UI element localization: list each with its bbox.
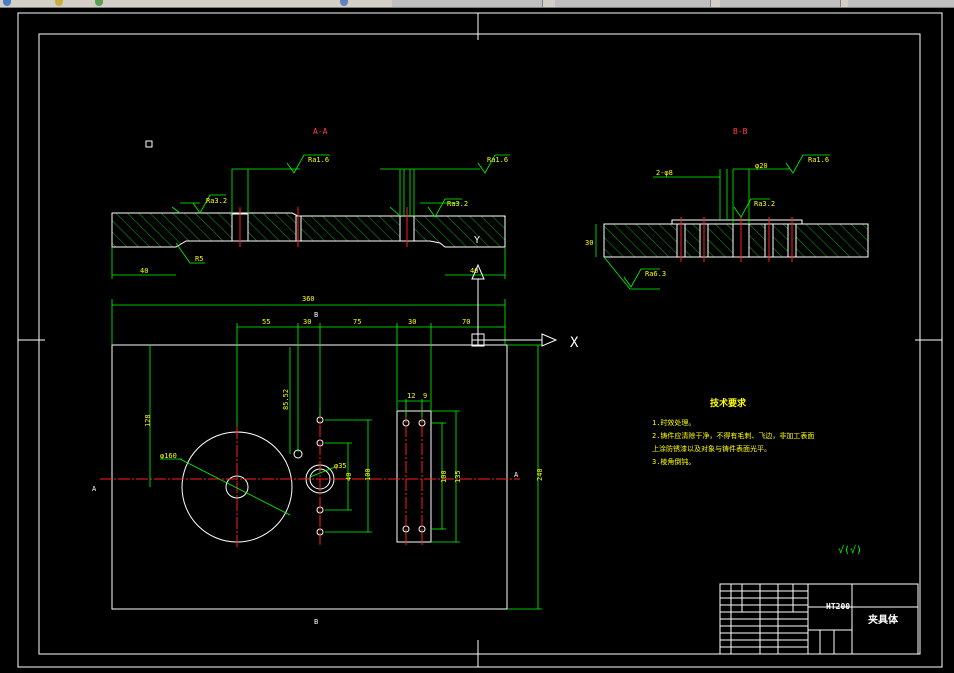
toolbar-lineweight-combo[interactable]	[848, 0, 954, 7]
properties-icon[interactable]	[55, 0, 63, 6]
dim-left-v: 128	[144, 414, 152, 427]
marker-a-right: A	[514, 471, 519, 479]
tech-req-line-3: 上涂防锈漆以及对象与铸件表面光平。	[652, 444, 771, 453]
marker-b-top: B	[314, 311, 318, 319]
aa-roughness-4: Ra3.2	[447, 200, 468, 208]
dim-d4: 30	[408, 318, 416, 326]
ucs-y-label: Y	[474, 235, 480, 246]
tech-req-line-1: 1.时效处理。	[652, 418, 695, 427]
toolbar-layer-combo[interactable]	[392, 0, 543, 7]
tech-req-line-4: 3.棱角倒钝。	[652, 457, 695, 466]
dim-mid-v: 85.52	[282, 389, 290, 410]
section-bb-view: B-B 2-φ8 φ20 Ra1.6 Ra3.2 Ra6.3 30	[585, 127, 869, 290]
technical-requirements: 技术要求 1.时效处理。 2.铸件应清除干净，不得有毛刺、飞边，非加工表面 上涂…	[652, 397, 814, 466]
dim-d5: 70	[462, 318, 470, 326]
dim-d1: 55	[262, 318, 270, 326]
linetype-icon[interactable]	[340, 0, 348, 6]
dim-overall-width: 360	[302, 295, 315, 303]
section-bb-label: B-B	[733, 127, 748, 136]
toolbar-color-combo[interactable]	[555, 0, 711, 7]
tech-req-line-2: 2.铸件应清除干净，不得有毛刺、飞边，非加工表面	[652, 431, 814, 440]
ucs-icon	[471, 263, 558, 347]
plan-view: 360 55 30 75 30 70 128 85.52 φ160 φ35 40…	[92, 295, 544, 626]
pickbox-cursor	[145, 140, 153, 148]
aa-dim-left: 40	[140, 267, 148, 275]
bb-roughness-3: Ra6.3	[645, 270, 666, 278]
part-name-label: 夹具体	[868, 613, 899, 626]
bb-roughness-1: Ra1.6	[808, 156, 829, 164]
ucs-x-label: X	[570, 335, 579, 351]
dim-slot-9: 9	[423, 392, 427, 400]
tech-req-title: 技术要求	[710, 397, 747, 409]
bb-roughness-2: Ra3.2	[754, 200, 775, 208]
layer-icon[interactable]	[3, 0, 11, 6]
aa-roughness-3: Ra3.2	[206, 197, 227, 205]
dim-slot-100: 100	[440, 470, 448, 483]
dim-height-240: 240	[536, 468, 544, 481]
marker-b-bottom: B	[314, 618, 318, 626]
dim-d2: 30	[303, 318, 311, 326]
aa-roughness-2: Ra1.6	[487, 156, 508, 164]
bb-height-label: 30	[585, 239, 593, 247]
section-aa-label: A-A	[313, 127, 328, 136]
dim-hole-dia: φ35	[334, 462, 347, 470]
dim-slot-12: 12	[407, 392, 415, 400]
drawing-canvas[interactable]: A-A Ra1.6 Ra1.6 Ra3.2 Ra3.2 40 40 R5 B-B…	[0, 7, 954, 673]
aa-roughness-1: Ra1.6	[308, 156, 329, 164]
general-roughness-symbol: √(√)	[838, 544, 862, 556]
marker-a-left: A	[92, 485, 97, 493]
color-icon[interactable]	[95, 0, 103, 6]
toolbar-linetype-combo[interactable]	[720, 0, 841, 7]
material-label: HT200	[826, 602, 850, 611]
dim-circle-dia: φ160	[160, 452, 177, 460]
section-aa-view: A-A Ra1.6 Ra1.6 Ra3.2 Ra3.2 40 40 R5	[111, 127, 510, 279]
dim-slot-135: 135	[454, 470, 462, 483]
bb-2x-label: 2-φ8	[656, 169, 673, 177]
dim-40: 40	[345, 473, 353, 481]
dim-100: 100	[364, 468, 372, 481]
bb-dia-label: φ20	[755, 162, 768, 170]
dim-d3: 75	[353, 318, 361, 326]
aa-dim-r: R5	[195, 255, 203, 263]
